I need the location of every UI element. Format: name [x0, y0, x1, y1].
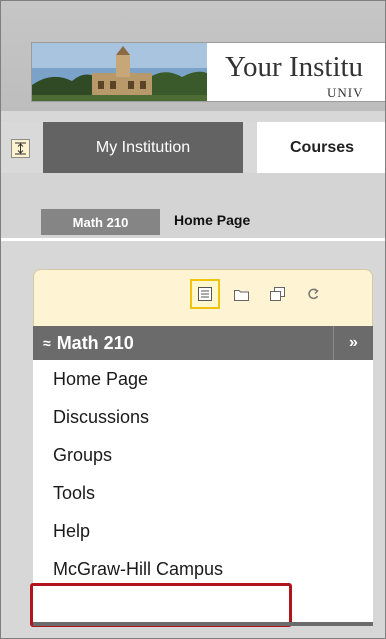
- course-menu-footer: [33, 622, 373, 626]
- course-menu-title: Math 210: [56, 332, 134, 353]
- menu-item-tools[interactable]: Tools: [33, 474, 373, 512]
- menu-item-discussions[interactable]: Discussions: [33, 398, 373, 436]
- collapse-icon[interactable]: ≈: [43, 335, 51, 351]
- course-menu-header[interactable]: ≈ Math 210 »: [33, 326, 373, 360]
- browser-page: Your Institu UNIV My Institution Courses…: [0, 0, 386, 639]
- institution-header: Your Institu UNIV: [1, 1, 385, 111]
- institution-subtitle: UNIV: [327, 85, 364, 100]
- highlight-box: [30, 583, 292, 627]
- expand-icon[interactable]: »: [333, 326, 373, 360]
- menu-item-help[interactable]: Help: [33, 512, 373, 550]
- tab-courses[interactable]: Courses: [257, 122, 385, 173]
- course-menu-toolbar: [190, 279, 328, 309]
- window-icon[interactable]: [262, 279, 292, 309]
- list-view-icon[interactable]: [190, 279, 220, 309]
- campus-photo: [32, 43, 207, 101]
- menu-item-groups[interactable]: Groups: [33, 436, 373, 474]
- institution-banner: Your Institu UNIV: [31, 42, 385, 102]
- tab-my-institution[interactable]: My Institution: [43, 122, 243, 173]
- institution-name: Your Institu: [225, 51, 364, 83]
- breadcrumb-page: Home Page: [174, 212, 251, 228]
- refresh-icon[interactable]: [298, 279, 328, 309]
- folder-view-icon[interactable]: [226, 279, 256, 309]
- breadcrumb-course[interactable]: Math 210: [41, 209, 160, 235]
- expand-collapse-icon[interactable]: [11, 139, 30, 158]
- menu-item-home-page[interactable]: Home Page: [33, 360, 373, 398]
